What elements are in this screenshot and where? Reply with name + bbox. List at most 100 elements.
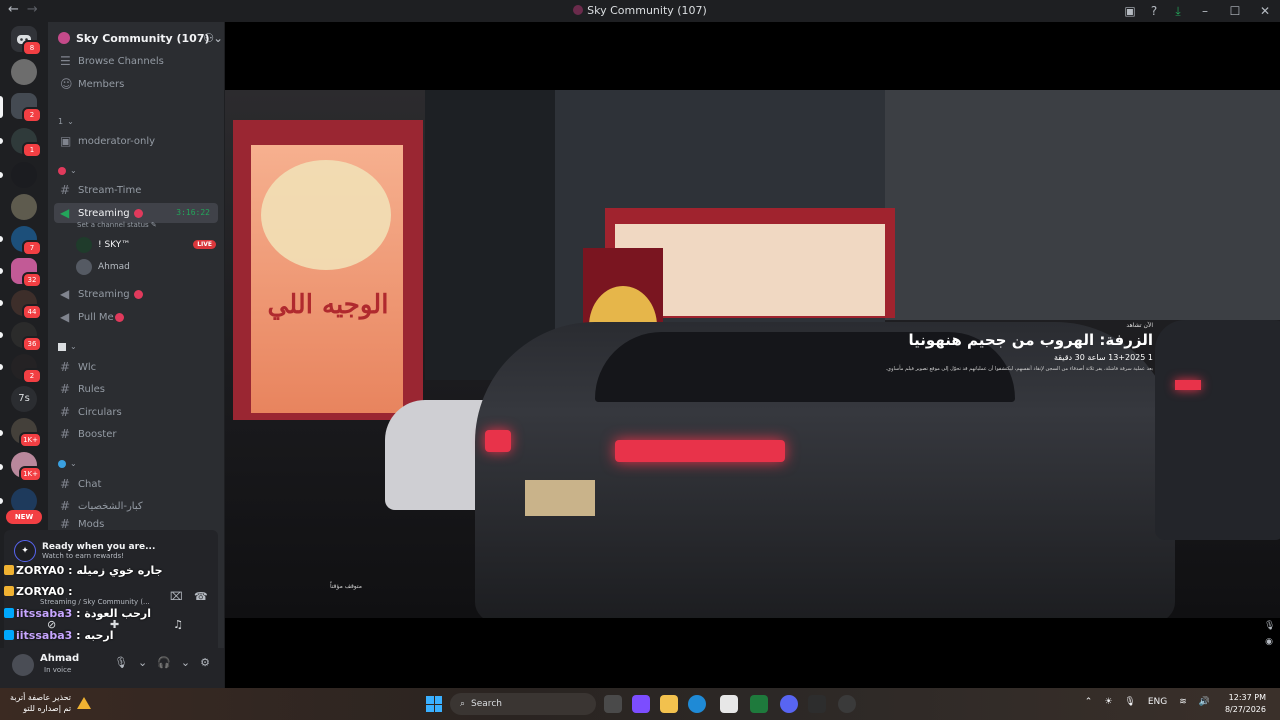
members-item[interactable]: ☺ Members	[54, 74, 218, 94]
headphones-icon[interactable]: 🎧	[157, 656, 171, 669]
voice-channel-streaming-active[interactable]: ◀ Streaming 3:16:22	[54, 203, 218, 223]
start-tile	[434, 704, 442, 712]
channel-wlc[interactable]: # Wlc	[54, 357, 218, 377]
channel-rules[interactable]: # Rules	[54, 379, 218, 399]
channel-characters[interactable]: # كبار-الشخصيات	[54, 496, 218, 516]
voice-channel-streaming[interactable]: ◀ Streaming	[54, 284, 218, 304]
server-icon[interactable]: 1	[11, 128, 42, 158]
taskbar-search[interactable]: ⌕ Search	[450, 693, 596, 715]
minimize-button[interactable]: –	[1190, 4, 1220, 18]
screen-share-icon[interactable]: ⌧	[170, 590, 183, 603]
weather-tray-icon[interactable]: ☀	[1104, 697, 1112, 707]
category-header[interactable]: ⌄	[58, 166, 77, 175]
inbox-icon[interactable]: ▣	[1118, 4, 1142, 18]
user-name[interactable]: Ahmad	[40, 653, 79, 664]
hash-icon: #	[60, 518, 71, 530]
download-icon[interactable]: ⤓	[1166, 4, 1190, 19]
promo-title: Ready when you are...	[42, 542, 156, 552]
car-taillight	[1175, 380, 1201, 390]
start-tile	[426, 696, 434, 704]
wifi-icon[interactable]: ≋	[1179, 697, 1187, 707]
server-icon[interactable]	[11, 162, 37, 188]
server-icon[interactable]	[11, 59, 37, 85]
stage-side-icons: 🎙 ◉	[1264, 618, 1275, 650]
server-icon[interactable]: 7s	[11, 386, 37, 412]
task-view-icon[interactable]	[604, 695, 622, 713]
server-icon[interactable]: 2	[11, 354, 42, 384]
hash-icon: #	[60, 382, 71, 396]
disconnect-icon[interactable]: ☎	[194, 590, 208, 603]
channel-booster[interactable]: # Booster	[54, 424, 218, 444]
stream-video[interactable]: الوجيه اللي الآن تشاهد الزرفة: الهروب من…	[225, 90, 1280, 618]
category-header[interactable]: ⌄	[58, 342, 77, 351]
microphone-icon[interactable]: 🎙	[1264, 618, 1275, 634]
help-icon[interactable]: ?	[1142, 4, 1166, 18]
channel-moderator-only[interactable]: ▣ moderator-only	[54, 131, 218, 151]
channel-label: Booster	[78, 428, 117, 440]
voice-channel-pull-me[interactable]: ◀ Pull Me	[54, 307, 218, 327]
chevron-down-icon[interactable]: ⌄	[181, 656, 190, 669]
channel-chat[interactable]: # Chat	[54, 474, 218, 494]
windows-start-icon[interactable]	[426, 696, 442, 712]
mention-badge: 2	[22, 368, 42, 384]
server-icon[interactable]: 7	[11, 226, 42, 256]
language-indicator[interactable]: ENG	[1148, 697, 1167, 707]
copilot-icon[interactable]	[632, 695, 650, 713]
voice-user-name: ! SKY™	[98, 240, 131, 250]
window-title: Sky Community (107)	[0, 4, 1280, 17]
server-icon[interactable]: 2	[11, 93, 42, 123]
maximize-button[interactable]: ☐	[1220, 4, 1250, 18]
voice-user[interactable]: ! SKY™ LIVE	[76, 235, 216, 255]
clock[interactable]: 12:37 PM 8/27/2026	[1225, 692, 1266, 716]
rewards-promo[interactable]: ✦ Ready when you are... Watch to earn re…	[14, 540, 155, 562]
close-button[interactable]: ✕	[1250, 4, 1280, 18]
unread-pill	[0, 300, 3, 306]
chat-overlay-line: ZORYA0 :	[4, 585, 73, 598]
discord-home-icon[interactable]: 8	[11, 26, 42, 56]
server-icon[interactable]: 1K+	[11, 418, 42, 448]
chevron-down-icon[interactable]: ⌄	[138, 656, 147, 669]
app-icon[interactable]	[808, 695, 826, 713]
server-icon[interactable]: 1K+	[11, 452, 42, 482]
discord-icon[interactable]	[780, 695, 798, 713]
category-header[interactable]: 1 ⌄	[58, 117, 74, 126]
mention-badge: 32	[22, 272, 42, 288]
user-panel: Ahmad In voice 🎙 ⌄ 🎧 ⌄ ⚙	[0, 648, 224, 688]
paused-label: متوقف مؤقتاً	[330, 583, 362, 590]
chrome-icon[interactable]	[838, 695, 856, 713]
browse-channels-item[interactable]: ☰ Browse Channels	[54, 51, 218, 71]
server-icon[interactable]: 32	[11, 258, 42, 288]
channel-mods[interactable]: # Mods	[54, 518, 218, 530]
avatar[interactable]	[12, 654, 34, 676]
weather-alert[interactable]: تحذير عاصفة أتربة تم إصداره للتو	[10, 692, 92, 714]
server-icon[interactable]: 36	[11, 322, 42, 352]
invite-people-icon[interactable]: ⚇	[203, 31, 214, 45]
channel-stream-time[interactable]: # Stream-Time	[54, 180, 218, 200]
file-explorer-icon[interactable]	[660, 695, 678, 713]
gear-icon[interactable]: ⚙	[200, 656, 210, 669]
microphone-icon[interactable]: 🎙	[1124, 697, 1135, 707]
voice-user[interactable]: Ahmad	[76, 257, 216, 277]
server-icon[interactable]	[11, 194, 37, 220]
set-status-label: Set a channel status	[77, 221, 149, 229]
volume-icon[interactable]: 🔊	[1199, 697, 1210, 707]
channel-label: كبار-الشخصيات	[78, 500, 143, 512]
channel-label: Streaming	[78, 288, 130, 300]
category-header[interactable]: ⌄	[58, 459, 77, 468]
selected-pill	[0, 96, 3, 118]
excel-icon[interactable]	[750, 695, 768, 713]
unread-pill	[0, 236, 3, 242]
edge-icon[interactable]	[688, 695, 706, 713]
clock-time: 12:37 PM	[1228, 693, 1266, 702]
microphone-icon[interactable]: 🎙	[114, 656, 128, 669]
channel-circulars[interactable]: # Circulars	[54, 402, 218, 422]
server-header[interactable]: Sky Community (107) ⌄ ⚇	[48, 22, 224, 54]
soundboard-icon[interactable]: ♫	[173, 618, 183, 634]
server-icon[interactable]: 44	[11, 290, 42, 320]
billboard-left: الوجيه اللي	[233, 120, 423, 420]
settings-icon[interactable]: ◉	[1264, 634, 1274, 650]
channel-status-prompt[interactable]: Set a channel status ✎	[77, 221, 157, 229]
unread-pill	[0, 364, 3, 370]
store-icon[interactable]	[720, 695, 738, 713]
chevron-up-icon[interactable]: ⌃	[1085, 697, 1093, 707]
